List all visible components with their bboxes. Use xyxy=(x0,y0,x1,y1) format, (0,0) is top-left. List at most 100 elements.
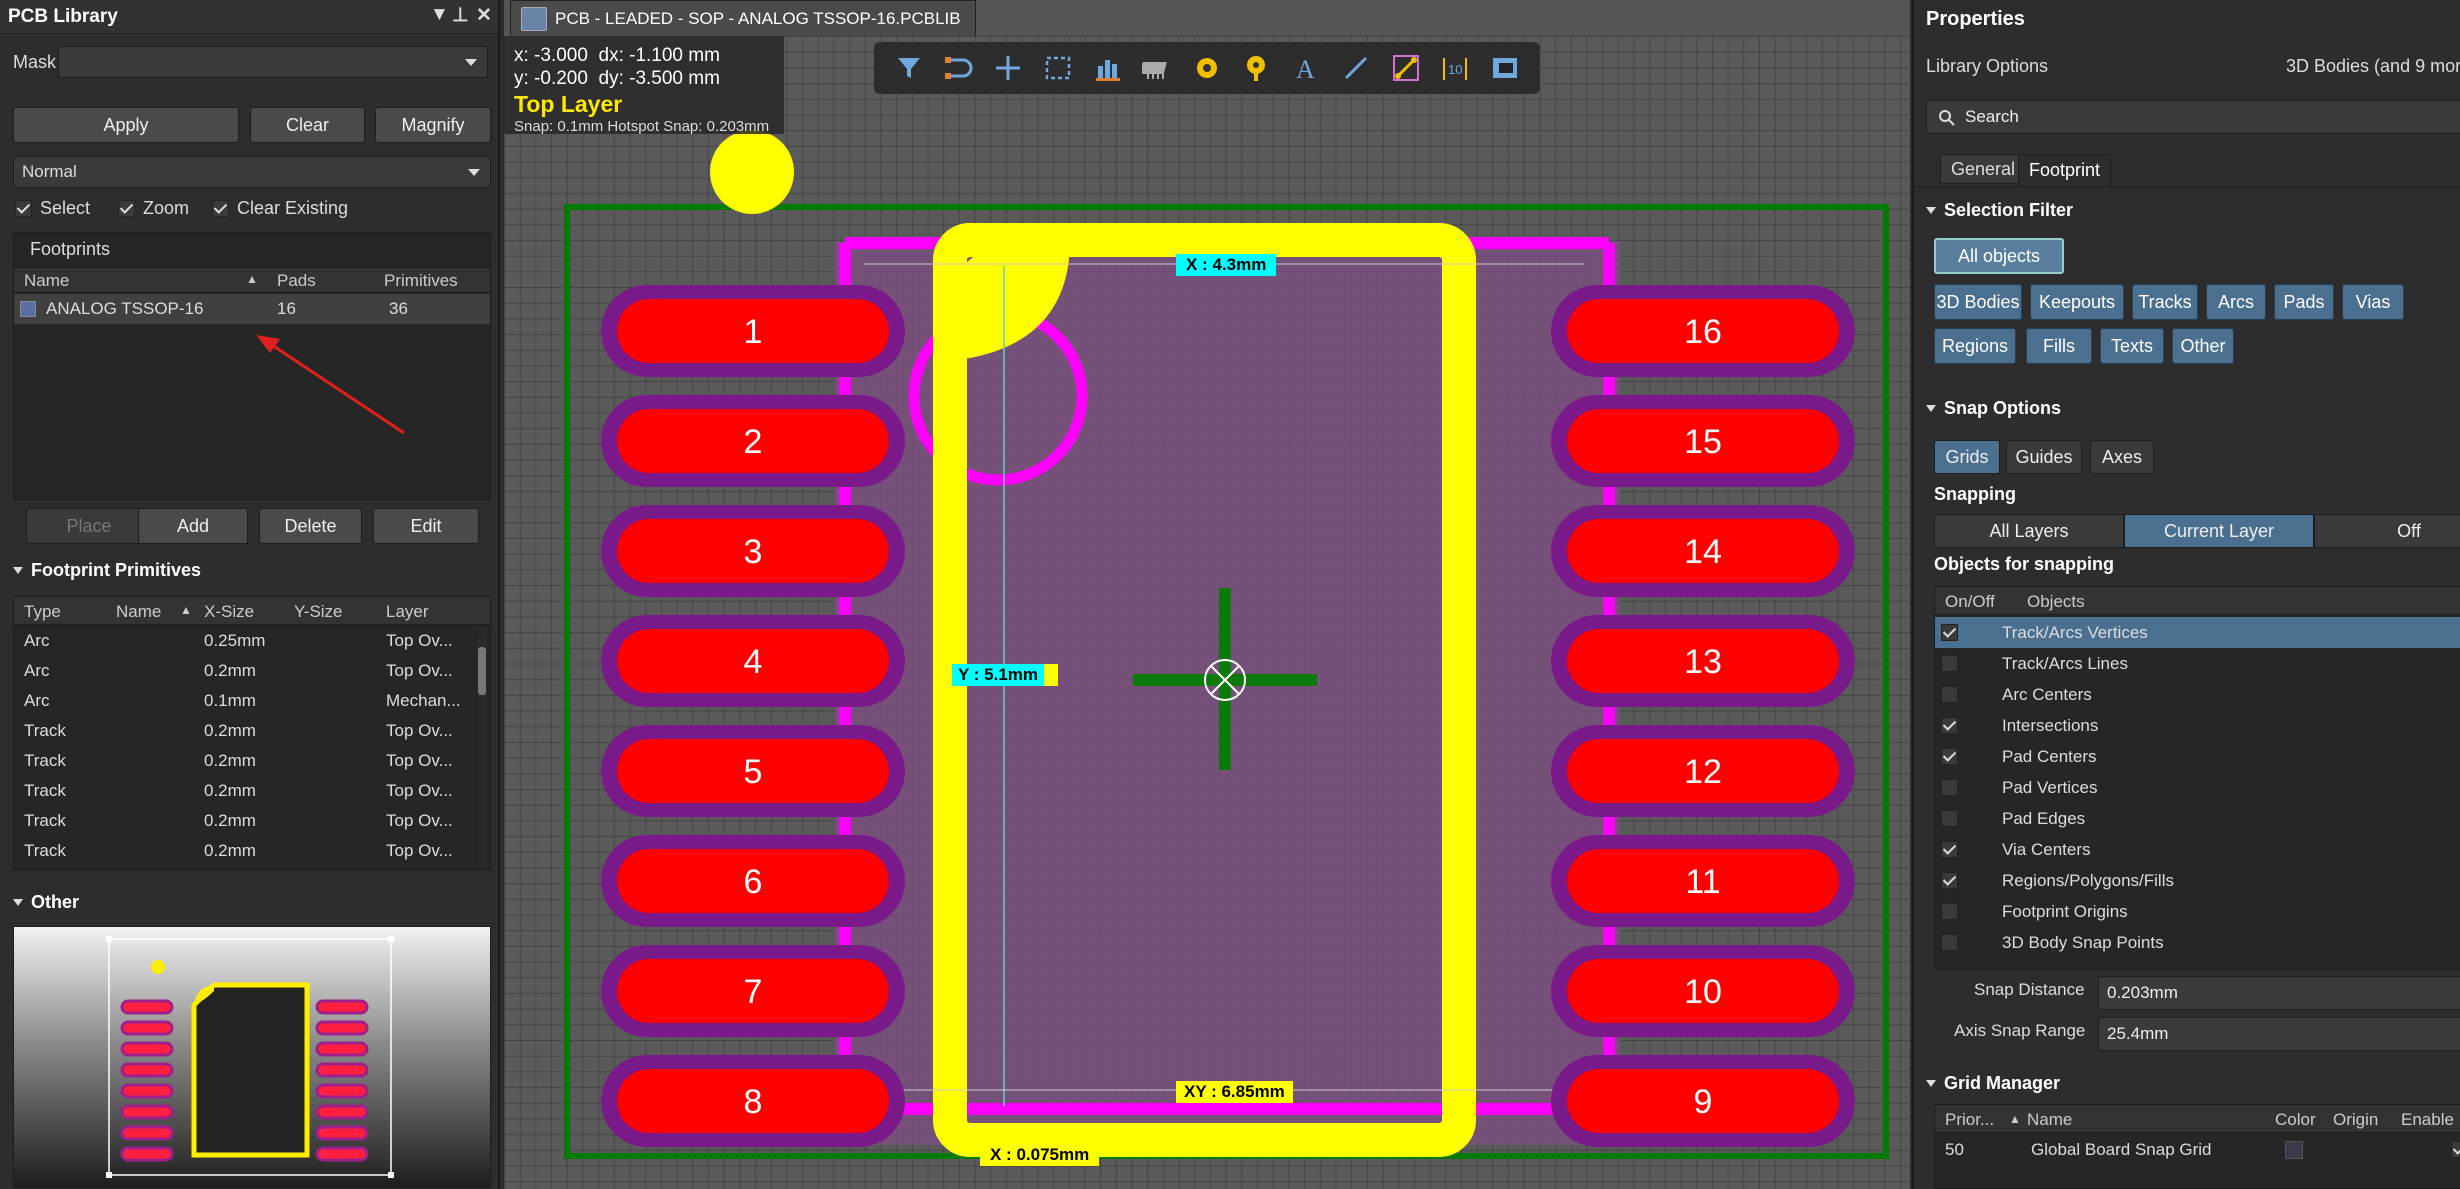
snap-object-row[interactable]: Footprint Origins xyxy=(1935,896,2460,927)
snap-object-checkbox[interactable] xyxy=(1941,810,1958,827)
pad-4[interactable]: 4 xyxy=(601,615,905,707)
primitive-row[interactable]: Track 0.2mm Top Ov... xyxy=(14,777,474,807)
col-onoff[interactable]: On/Off xyxy=(1945,592,1995,612)
tab-footprint[interactable]: Footprint xyxy=(2018,154,2112,186)
snap-object-checkbox[interactable] xyxy=(1941,748,1958,765)
snap-object-row[interactable]: Pad Edges xyxy=(1935,803,2460,834)
filter-fills[interactable]: Fills xyxy=(2026,328,2092,364)
col-grid-name[interactable]: Name xyxy=(2027,1110,2072,1130)
filter-summary[interactable]: 3D Bodies (and 9 more) xyxy=(2286,56,2460,77)
pin-icon[interactable]: ⊥ xyxy=(452,4,469,27)
col-type[interactable]: Type xyxy=(24,602,61,622)
close-icon[interactable]: ✕ xyxy=(476,4,492,27)
snap-object-checkbox[interactable] xyxy=(1941,655,1958,672)
snap-object-row[interactable]: Pad Vertices xyxy=(1935,772,2460,803)
magnify-button[interactable]: Magnify xyxy=(375,107,491,143)
col-pads[interactable]: Pads xyxy=(277,271,316,291)
footprint-preview[interactable] xyxy=(13,926,491,1188)
crosshair-icon[interactable] xyxy=(983,46,1033,90)
axis-snap-input[interactable]: 25.4mm xyxy=(2098,1017,2460,1051)
primitive-row[interactable]: Arc 0.25mm Top Ov... xyxy=(14,627,474,657)
col-layer[interactable]: Layer xyxy=(386,602,429,622)
line-icon[interactable] xyxy=(1331,46,1381,90)
primitive-row[interactable]: Track 0.2mm Top Ov... xyxy=(14,807,474,837)
pad-14[interactable]: 14 xyxy=(1551,505,1855,597)
board-shape-icon[interactable] xyxy=(1480,46,1530,90)
select-area-icon[interactable] xyxy=(1033,46,1083,90)
snap-object-checkbox[interactable] xyxy=(1941,624,1958,641)
primitive-row[interactable]: Arc 0.2mm Top Ov... xyxy=(14,657,474,687)
pad-2[interactable]: 2 xyxy=(601,395,905,487)
footprint-row[interactable]: ANALOG TSSOP-16 16 36 xyxy=(14,294,490,324)
snap-object-checkbox[interactable] xyxy=(1941,934,1958,951)
snapping-all-layers[interactable]: All Layers xyxy=(1934,514,2124,548)
pad-10[interactable]: 10 xyxy=(1551,945,1855,1037)
col-xsize[interactable]: X-Size xyxy=(204,602,254,622)
pad-1[interactable]: 1 xyxy=(601,285,905,377)
delete-button[interactable]: Delete xyxy=(259,508,362,544)
snap-object-row[interactable]: Arc Centers xyxy=(1935,679,2460,710)
col-enable[interactable]: Enable xyxy=(2401,1110,2454,1130)
pad-7[interactable]: 7 xyxy=(601,945,905,1037)
dimension-icon[interactable]: 10 xyxy=(1431,46,1481,90)
pad-icon[interactable] xyxy=(1182,46,1232,90)
grid-manager-header[interactable]: Grid Manager xyxy=(1926,1073,2060,1094)
snap-grids-button[interactable]: Grids xyxy=(1934,440,2000,474)
filter-pads[interactable]: Pads xyxy=(2274,284,2334,320)
filter-other[interactable]: Other xyxy=(2172,328,2234,364)
snap-options-header[interactable]: Snap Options xyxy=(1926,398,2061,419)
primitives-scrollbar[interactable] xyxy=(478,627,486,869)
filter-arcs[interactable]: Arcs xyxy=(2206,284,2266,320)
search-input[interactable]: Search xyxy=(1926,100,2460,134)
col-primitives[interactable]: Primitives xyxy=(384,271,458,291)
snap-object-row[interactable]: Track/Arcs Vertices xyxy=(1935,617,2460,648)
pad-9[interactable]: 9 xyxy=(1551,1055,1855,1147)
snap-axes-button[interactable]: Axes xyxy=(2090,440,2154,474)
col-color[interactable]: Color xyxy=(2275,1110,2316,1130)
component-icon[interactable] xyxy=(1132,46,1182,90)
edit-button[interactable]: Edit xyxy=(373,508,479,544)
snap-object-checkbox[interactable] xyxy=(1941,686,1958,703)
mode-dropdown[interactable]: Normal xyxy=(13,156,491,188)
footprint-primitives-header[interactable]: Footprint Primitives xyxy=(13,560,201,581)
col-priority[interactable]: Prior... xyxy=(1945,1110,1994,1130)
filter-texts[interactable]: Texts xyxy=(2100,328,2164,364)
pad-8[interactable]: 8 xyxy=(601,1055,905,1147)
via-icon[interactable] xyxy=(1232,46,1282,90)
panel-menu-icon[interactable]: ▼ xyxy=(430,4,449,26)
filter-regions[interactable]: Regions xyxy=(1934,328,2016,364)
tab-general[interactable]: General xyxy=(1940,154,2027,184)
select-checkbox[interactable]: Select xyxy=(15,198,90,219)
text-icon[interactable]: A xyxy=(1282,46,1332,90)
snapping-off[interactable]: Off xyxy=(2314,514,2460,548)
snap-object-row[interactable]: Via Centers xyxy=(1935,834,2460,865)
arc-icon[interactable] xyxy=(1381,46,1431,90)
clear-existing-checkbox[interactable]: Clear Existing xyxy=(212,198,348,219)
add-button[interactable]: Add xyxy=(138,508,248,544)
grid-enable-checkbox[interactable] xyxy=(2451,1141,2460,1158)
snap-guides-button[interactable]: Guides xyxy=(2006,440,2082,474)
snap-object-checkbox[interactable] xyxy=(1941,872,1958,889)
primitive-row[interactable]: Track 0.2mm Top Ov... xyxy=(14,837,474,867)
filter-vias[interactable]: Vias xyxy=(2342,284,2404,320)
mask-dropdown[interactable] xyxy=(58,46,488,78)
align-icon[interactable] xyxy=(1083,46,1133,90)
col-ysize[interactable]: Y-Size xyxy=(294,602,343,622)
pcb-canvas[interactable]: 1 2 3 4 5 6 7 8 16 15 14 13 12 11 10 9 X : 4.3mm Y : 5.… xyxy=(504,36,1910,1189)
pad-11[interactable]: 11 xyxy=(1551,835,1855,927)
place-button[interactable]: Place xyxy=(26,508,152,544)
filter-tracks[interactable]: Tracks xyxy=(2132,284,2198,320)
snap-object-checkbox[interactable] xyxy=(1941,779,1958,796)
snap-object-checkbox[interactable] xyxy=(1941,903,1958,920)
filter-keepouts[interactable]: Keepouts xyxy=(2030,284,2124,320)
pad-15[interactable]: 15 xyxy=(1551,395,1855,487)
col-name[interactable]: Name xyxy=(24,271,69,291)
pad-13[interactable]: 13 xyxy=(1551,615,1855,707)
zoom-checkbox[interactable]: Zoom xyxy=(118,198,189,219)
filter-icon[interactable] xyxy=(884,46,934,90)
pad-6[interactable]: 6 xyxy=(601,835,905,927)
snap-object-row[interactable]: Intersections xyxy=(1935,710,2460,741)
route-icon[interactable] xyxy=(934,46,984,90)
snap-object-row[interactable]: Pad Centers xyxy=(1935,741,2460,772)
snap-distance-input[interactable]: 0.203mm xyxy=(2098,976,2460,1010)
